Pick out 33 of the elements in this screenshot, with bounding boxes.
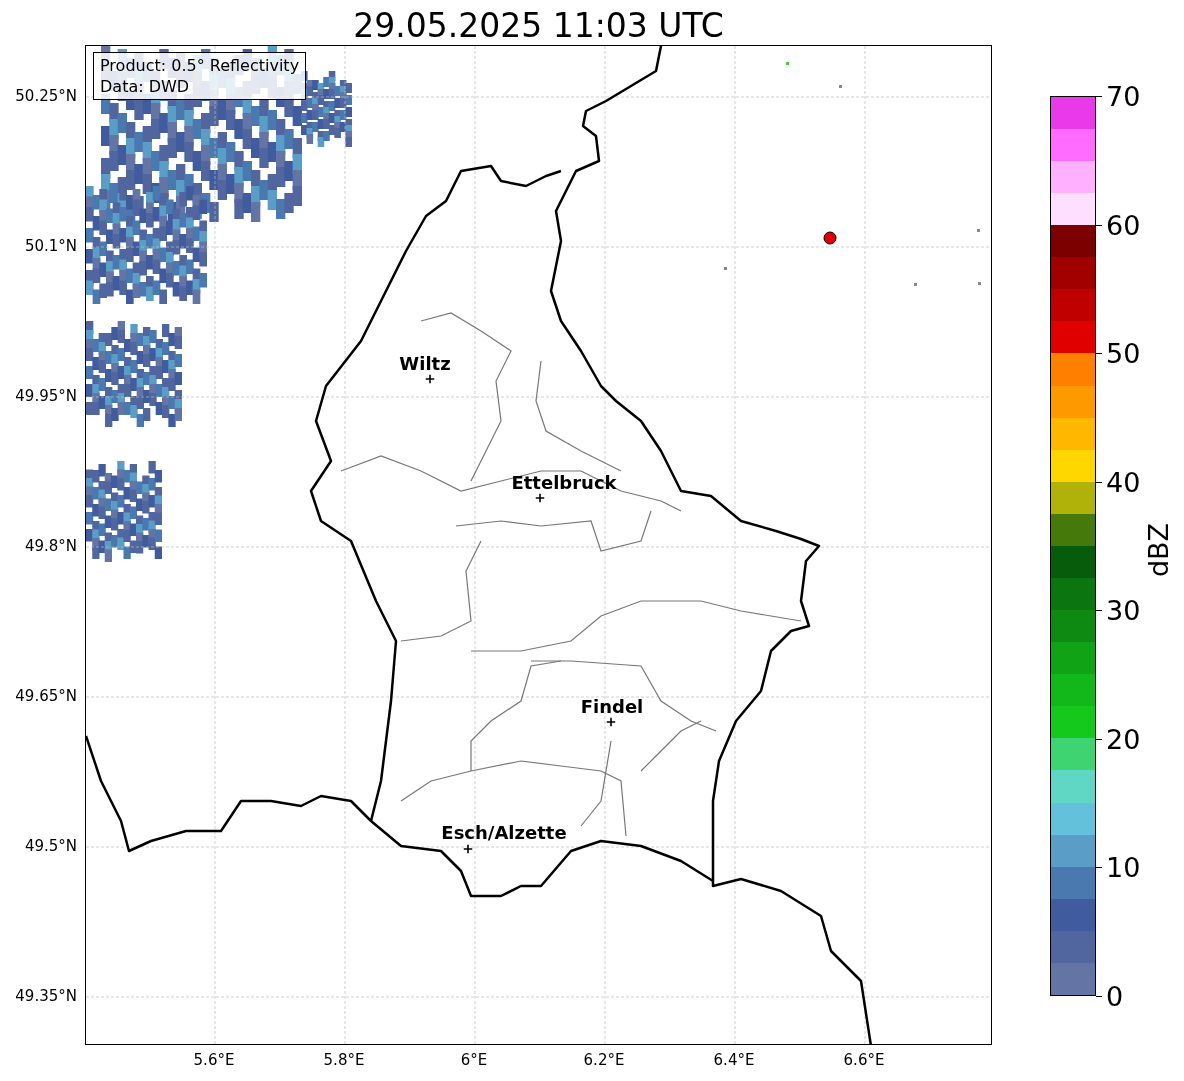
place-label: Findel <box>580 695 644 717</box>
colorbar-tick-label: 0 <box>1106 980 1124 1012</box>
latitude-label: 50.25°N <box>15 87 77 105</box>
latitude-label: 49.8°N <box>24 537 77 555</box>
plus-icon <box>606 717 616 727</box>
radar-site-icon <box>823 231 837 245</box>
longitude-label: 5.8°E <box>323 1051 365 1069</box>
longitude-label: 6°E <box>460 1051 488 1069</box>
latitude-label: 50.1°N <box>24 237 77 255</box>
place-label: Wiltz <box>399 352 451 374</box>
colorbar-label: dBZ <box>1142 522 1174 578</box>
colorbar-tick-label: 70 <box>1106 80 1141 112</box>
longitude-label: 6.6°E <box>843 1051 885 1069</box>
colorbar-tick-label: 60 <box>1106 209 1141 241</box>
plus-icon <box>463 844 473 854</box>
colorbar-tick-label: 20 <box>1106 723 1141 755</box>
plus-icon <box>535 493 545 503</box>
latitude-label: 49.65°N <box>15 687 77 705</box>
latitude-label: 49.95°N <box>15 387 77 405</box>
longitude-label: 6.4°E <box>713 1051 755 1069</box>
colorbar-tick-label: 10 <box>1106 851 1141 883</box>
latitude-label: 49.5°N <box>24 837 77 855</box>
latitude-label: 49.35°N <box>15 987 77 1005</box>
colorbar-tick-label: 30 <box>1106 594 1141 626</box>
info-box: Product: 0.5° Reflectivity Data: DWD <box>93 52 307 100</box>
place-label: Ettelbruck <box>511 471 617 493</box>
plus-icon <box>425 374 435 384</box>
colorbar-tick-label: 40 <box>1106 466 1141 498</box>
chart-title: 29.05.2025 11:03 UTC <box>352 5 725 45</box>
longitude-label: 5.6°E <box>193 1051 235 1069</box>
longitude-label: 6.2°E <box>583 1051 625 1069</box>
colorbar-tick-label: 50 <box>1106 337 1141 369</box>
place-label: Esch/Alzette <box>441 821 567 843</box>
